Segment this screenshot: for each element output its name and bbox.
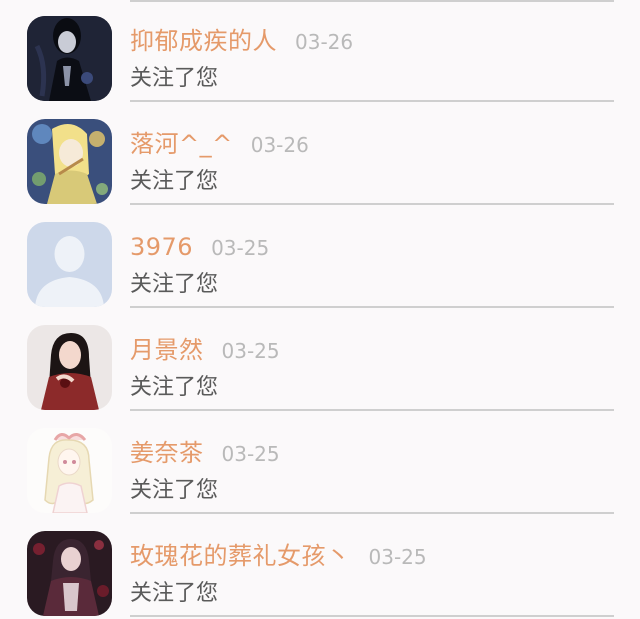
name-line: 3976 03-25 bbox=[130, 230, 269, 264]
notification-item[interactable]: 抑郁成疾的人 03-26 关注了您 bbox=[0, 0, 640, 103]
user-name[interactable]: 抑郁成疾的人 bbox=[130, 27, 277, 55]
timestamp: 03-26 bbox=[250, 133, 309, 157]
user-name[interactable]: 月景然 bbox=[130, 336, 204, 364]
timestamp: 03-25 bbox=[211, 236, 270, 260]
anime-girl-avatar[interactable] bbox=[27, 119, 112, 204]
divider bbox=[130, 203, 614, 205]
notification-item[interactable]: 月景然 03-25 关注了您 bbox=[0, 309, 640, 412]
name-line: 月景然 03-25 bbox=[130, 333, 280, 367]
timestamp: 03-25 bbox=[368, 545, 427, 569]
action-text: 关注了您 bbox=[130, 581, 219, 606]
timestamp: 03-25 bbox=[221, 442, 280, 466]
follower-notification-list: 抑郁成疾的人 03-26 关注了您 落河^_^ 03-26 关注了您 3976 … bbox=[0, 0, 640, 619]
divider bbox=[130, 615, 614, 617]
notification-item[interactable]: 玫瑰花的葬礼女孩丶 03-25 关注了您 bbox=[0, 515, 640, 618]
action-text: 关注了您 bbox=[130, 66, 219, 91]
name-line: 姜奈茶 03-25 bbox=[130, 436, 280, 470]
notification-item[interactable]: 姜奈茶 03-25 关注了您 bbox=[0, 412, 640, 515]
user-name[interactable]: 落河^_^ bbox=[130, 130, 233, 158]
user-name[interactable]: 玫瑰花的葬礼女孩丶 bbox=[130, 542, 351, 570]
sketch-girl-avatar[interactable] bbox=[27, 428, 112, 513]
notification-item[interactable]: 落河^_^ 03-26 关注了您 bbox=[0, 103, 640, 206]
timestamp: 03-25 bbox=[221, 339, 280, 363]
user-name[interactable]: 3976 bbox=[130, 233, 193, 261]
photo-woman-avatar[interactable] bbox=[27, 325, 112, 410]
name-line: 落河^_^ 03-26 bbox=[130, 127, 309, 161]
dark-figure-avatar[interactable] bbox=[27, 16, 112, 101]
name-line: 抑郁成疾的人 03-26 bbox=[130, 24, 353, 58]
name-line: 玫瑰花的葬礼女孩丶 03-25 bbox=[130, 539, 427, 573]
divider bbox=[130, 409, 614, 411]
notification-item[interactable]: 3976 03-25 关注了您 bbox=[0, 206, 640, 309]
divider bbox=[130, 512, 614, 514]
default-user-avatar[interactable] bbox=[27, 222, 112, 307]
user-name[interactable]: 姜奈茶 bbox=[130, 439, 204, 467]
gothic-girl-avatar[interactable] bbox=[27, 531, 112, 616]
action-text: 关注了您 bbox=[130, 169, 219, 194]
action-text: 关注了您 bbox=[130, 375, 219, 400]
divider bbox=[130, 306, 614, 308]
divider bbox=[130, 100, 614, 102]
timestamp: 03-26 bbox=[295, 30, 354, 54]
action-text: 关注了您 bbox=[130, 478, 219, 503]
action-text: 关注了您 bbox=[130, 272, 219, 297]
